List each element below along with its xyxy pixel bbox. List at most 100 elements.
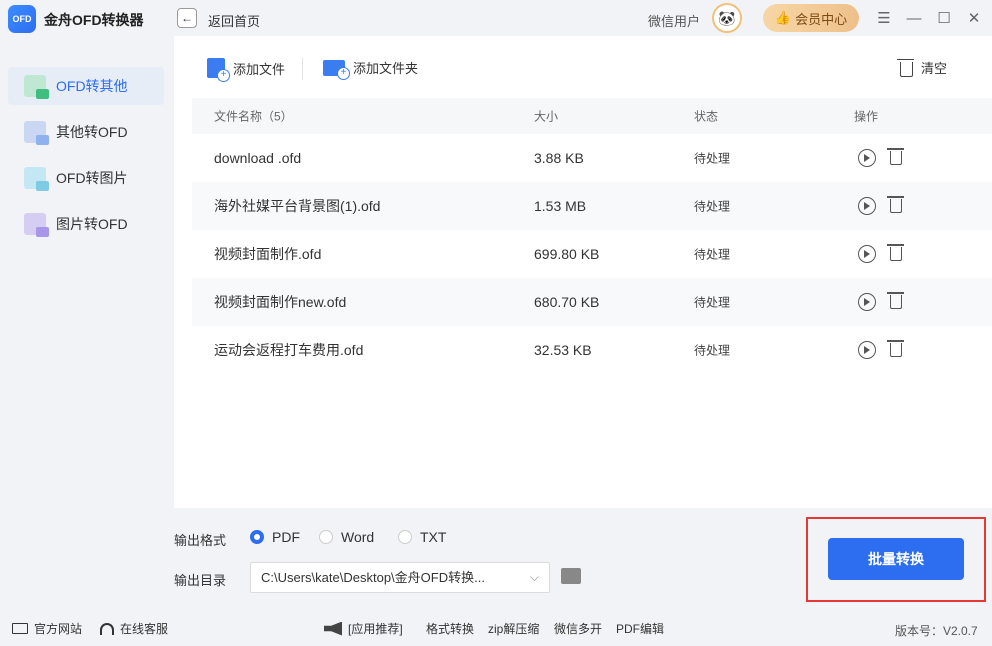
sidebar-item-label: 其他转OFD bbox=[56, 124, 128, 140]
ofd-to-image-icon bbox=[24, 167, 49, 191]
app-logo-text: OFD bbox=[12, 14, 32, 24]
panda-avatar-icon: 🐼 bbox=[718, 9, 736, 26]
table-header: 文件名称（5） 大小 状态 操作 bbox=[192, 98, 992, 134]
file-status: 待处理 bbox=[694, 151, 731, 166]
folder-icon[interactable] bbox=[561, 568, 581, 584]
file-size: 699.80 KB bbox=[534, 246, 600, 262]
image-to-ofd-icon bbox=[24, 213, 49, 237]
footer-link-wechat[interactable]: 微信多开 bbox=[554, 620, 602, 637]
table-row[interactable]: 视频封面制作.ofd 699.80 KB 待处理 bbox=[192, 230, 992, 278]
megaphone-icon bbox=[324, 621, 342, 636]
version-label: 版本号：V2.0.7 bbox=[895, 624, 978, 638]
header-action: 操作 bbox=[854, 109, 879, 124]
file-status: 待处理 bbox=[694, 199, 731, 214]
play-icon[interactable] bbox=[858, 245, 876, 263]
file-size: 1.53 MB bbox=[534, 198, 587, 214]
add-folder-button[interactable]: 添加文件夹 bbox=[323, 58, 419, 80]
vip-center-label: 会员中心 bbox=[795, 11, 848, 27]
file-panel: 添加文件 添加文件夹 清空 文件名称（5） 大小 状态 操作 download … bbox=[174, 36, 992, 508]
file-name: 运动会返程打车费用.ofd bbox=[214, 342, 364, 358]
delete-icon[interactable] bbox=[887, 196, 904, 213]
clear-label: 清空 bbox=[921, 61, 948, 76]
file-table: 文件名称（5） 大小 状态 操作 download .ofd 3.88 KB 待… bbox=[192, 98, 992, 374]
sidebar-item-label: OFD转图片 bbox=[56, 170, 128, 186]
footer-link-format[interactable]: 格式转换 bbox=[426, 620, 474, 637]
thumbs-up-icon: 👍 bbox=[774, 10, 792, 25]
output-dir-value: C:\Users\kate\Desktop\金舟OFD转换... bbox=[261, 570, 485, 585]
avatar[interactable]: 🐼 bbox=[712, 3, 742, 33]
close-icon[interactable]: ✕ bbox=[964, 8, 984, 28]
user-name[interactable]: 微信用户 bbox=[648, 11, 700, 30]
back-button[interactable]: ← bbox=[177, 8, 197, 28]
output-dir-select[interactable]: C:\Users\kate\Desktop\金舟OFD转换... ⌵ bbox=[250, 562, 550, 593]
format-label: TXT bbox=[420, 529, 447, 545]
headset-icon bbox=[100, 622, 114, 635]
delete-icon[interactable] bbox=[887, 340, 904, 357]
format-radio-pdf[interactable]: PDF bbox=[250, 529, 300, 545]
other-to-ofd-icon bbox=[24, 121, 49, 145]
file-status: 待处理 bbox=[694, 247, 731, 262]
app-logo: OFD bbox=[8, 5, 36, 33]
header-size: 大小 bbox=[534, 109, 559, 124]
play-icon[interactable] bbox=[858, 293, 876, 311]
official-website-link[interactable]: 官方网站 bbox=[12, 620, 82, 637]
toolbar-divider bbox=[302, 58, 303, 80]
play-icon[interactable] bbox=[858, 149, 876, 167]
website-label: 官方网站 bbox=[34, 622, 83, 636]
table-body: download .ofd 3.88 KB 待处理 海外社媒平台背景图(1).o… bbox=[192, 134, 992, 374]
file-size: 680.70 KB bbox=[534, 294, 600, 310]
header-name: 文件名称（5） bbox=[214, 109, 293, 124]
sidebar-item-ofd-to-image[interactable]: OFD转图片 bbox=[8, 159, 164, 197]
minimize-icon[interactable]: — bbox=[904, 8, 924, 28]
sidebar-item-other-to-ofd[interactable]: 其他转OFD bbox=[8, 113, 164, 151]
header-status: 状态 bbox=[694, 109, 719, 124]
format-label: Word bbox=[341, 529, 375, 545]
table-row[interactable]: 海外社媒平台背景图(1).ofd 1.53 MB 待处理 bbox=[192, 182, 992, 230]
ofd-to-other-icon bbox=[24, 75, 49, 99]
file-name: 视频封面制作new.ofd bbox=[214, 294, 347, 310]
clear-button[interactable]: 清空 bbox=[897, 58, 948, 77]
trash-icon bbox=[897, 58, 914, 77]
arrow-left-icon: ← bbox=[181, 11, 193, 25]
monitor-icon bbox=[12, 623, 28, 634]
output-dir-label: 输出目录 bbox=[174, 573, 227, 588]
sidebar-item-ofd-to-other[interactable]: OFD转其他 bbox=[8, 67, 164, 105]
sidebar-item-image-to-ofd[interactable]: 图片转OFD bbox=[8, 205, 164, 243]
batch-convert-button[interactable]: 批量转换 bbox=[828, 538, 964, 580]
file-name: 海外社媒平台背景图(1).ofd bbox=[214, 198, 381, 214]
title-bar: OFD 金舟OFD转换器 ← 返回首页 微信用户 🐼 👍 会员中心 ☰ — ☐ … bbox=[0, 0, 992, 36]
format-radio-word[interactable]: Word bbox=[319, 529, 374, 545]
add-folder-icon bbox=[323, 59, 350, 80]
delete-icon[interactable] bbox=[887, 148, 904, 165]
play-icon[interactable] bbox=[858, 197, 876, 215]
table-row[interactable]: 运动会返程打车费用.ofd 32.53 KB 待处理 bbox=[192, 326, 992, 374]
support-label: 在线客服 bbox=[120, 622, 169, 636]
format-radio-txt[interactable]: TXT bbox=[398, 529, 446, 545]
app-title: 金舟OFD转换器 bbox=[44, 12, 144, 28]
radio-selected-icon bbox=[250, 530, 264, 544]
table-row[interactable]: 视频封面制作new.ofd 680.70 KB 待处理 bbox=[192, 278, 992, 326]
recommend-label: [应用推荐] bbox=[348, 622, 403, 636]
file-name: download .ofd bbox=[214, 150, 302, 166]
sidebar-item-label: OFD转其他 bbox=[56, 78, 128, 94]
file-size: 32.53 KB bbox=[534, 342, 592, 358]
footer-link-zip[interactable]: zip解压缩 bbox=[488, 620, 539, 637]
add-folder-label: 添加文件夹 bbox=[353, 61, 419, 76]
add-file-icon bbox=[207, 58, 230, 82]
radio-empty-icon bbox=[319, 530, 333, 544]
table-row[interactable]: download .ofd 3.88 KB 待处理 bbox=[192, 134, 992, 182]
vip-center-button[interactable]: 👍 会员中心 bbox=[763, 4, 859, 32]
menu-icon[interactable]: ☰ bbox=[874, 8, 894, 28]
back-home-link[interactable]: 返回首页 bbox=[208, 11, 260, 30]
file-size: 3.88 KB bbox=[534, 150, 584, 166]
add-file-button[interactable]: 添加文件 bbox=[207, 58, 285, 82]
footer-link-pdf[interactable]: PDF编辑 bbox=[616, 620, 664, 637]
delete-icon[interactable] bbox=[887, 244, 904, 261]
maximize-icon[interactable]: ☐ bbox=[934, 8, 954, 28]
play-icon[interactable] bbox=[858, 341, 876, 359]
format-label: PDF bbox=[272, 529, 300, 545]
output-format-label: 输出格式 bbox=[174, 533, 227, 548]
online-support-link[interactable]: 在线客服 bbox=[100, 620, 168, 637]
delete-icon[interactable] bbox=[887, 292, 904, 309]
file-status: 待处理 bbox=[694, 295, 731, 310]
